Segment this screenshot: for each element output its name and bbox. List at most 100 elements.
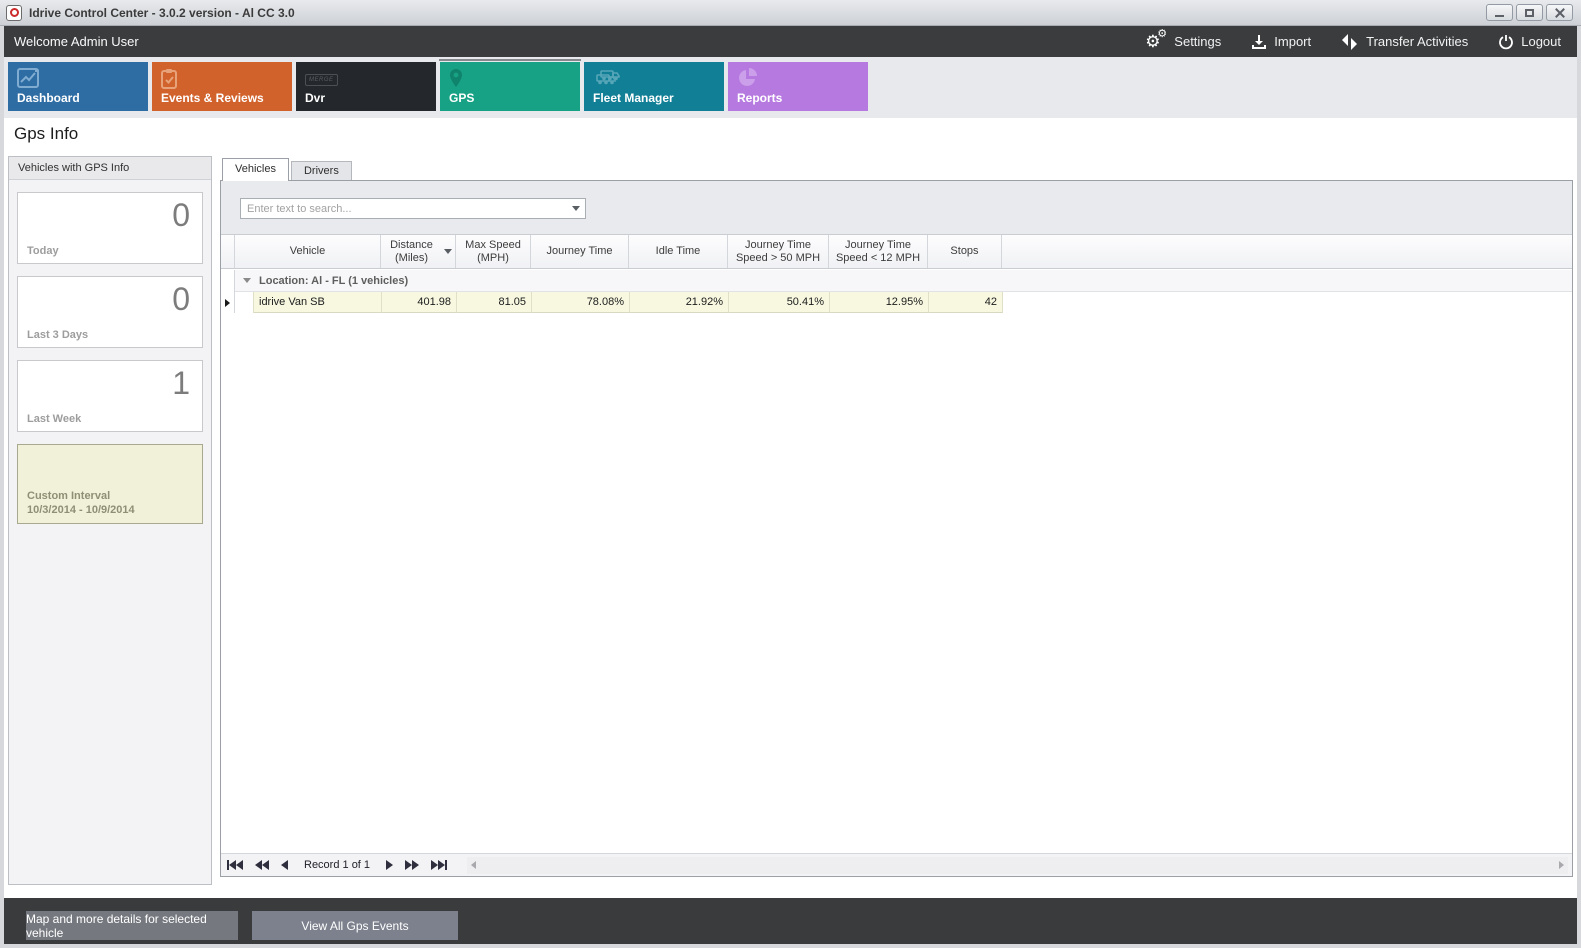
card-last-3-days[interactable]: 0 Last 3 Days [17, 276, 203, 348]
sort-desc-icon [444, 249, 452, 254]
card-value: 0 [172, 197, 190, 234]
grid-container: Vehicle Distance (Miles) Max Speed (MPH)… [220, 180, 1573, 877]
search-combo [240, 198, 586, 219]
focused-row-icon [225, 299, 230, 307]
trucks-icon [593, 68, 617, 88]
view-all-gps-events-button[interactable]: View All Gps Events [252, 911, 458, 940]
prev-record-button[interactable] [281, 860, 288, 870]
group-indent-cell [235, 292, 254, 313]
footer-bar: Map and more details for selected vehicl… [4, 898, 1577, 944]
main-panel: Vehicles Drivers Vehicle Distance (Miles… [220, 157, 1573, 885]
tile-dashboard[interactable]: Dashboard [8, 62, 148, 111]
last-record-button[interactable] [431, 860, 447, 870]
column-header-vehicle[interactable]: Vehicle [235, 235, 381, 268]
window-frame-left [0, 26, 4, 944]
page-title: Gps Info [14, 124, 78, 144]
card-value: 0 [172, 281, 190, 318]
import-icon [1251, 34, 1267, 50]
column-header-max-speed[interactable]: Max Speed (MPH) [456, 235, 531, 268]
column-header-journey-time[interactable]: Journey Time [531, 235, 629, 268]
tile-gps[interactable]: GPS [440, 62, 580, 111]
pie-chart-icon [737, 68, 761, 88]
search-input[interactable] [241, 203, 567, 215]
horizontal-scrollbar[interactable] [467, 857, 1568, 874]
collapse-icon[interactable] [243, 278, 251, 283]
tile-events-reviews[interactable]: Events & Reviews [152, 62, 292, 111]
card-value: 1 [172, 365, 190, 402]
row-filler [1003, 292, 1572, 313]
welcome-text: Welcome Admin User [14, 34, 139, 49]
search-band [221, 181, 1572, 234]
title-bar: Idrive Control Center - 3.0.2 version - … [0, 0, 1581, 26]
cell-journey-lt12: 12.95% [830, 292, 929, 313]
row-indicator-cell [221, 270, 235, 292]
header-filler [1002, 235, 1572, 268]
maximize-button[interactable] [1516, 4, 1543, 21]
row-indicator-cell [221, 292, 235, 313]
column-header-stops[interactable]: Stops [928, 235, 1002, 268]
transfer-activities-button[interactable]: Transfer Activities [1341, 33, 1468, 51]
gears-icon: ⚙⚙ [1145, 32, 1167, 52]
scroll-left-icon[interactable] [471, 861, 476, 869]
tile-label: Fleet Manager [593, 91, 674, 105]
cell-journey-time: 78.08% [532, 292, 630, 313]
next-record-button[interactable] [386, 860, 393, 870]
cell-journey-gt50: 50.41% [729, 292, 830, 313]
app-logo-icon [6, 5, 22, 21]
column-header-distance[interactable]: Distance (Miles) [381, 235, 456, 268]
tile-label: Dvr [305, 91, 325, 105]
window-title: Idrive Control Center - 3.0.2 version - … [29, 6, 295, 20]
prev-page-button[interactable] [255, 860, 269, 870]
card-label: Last Week [27, 413, 81, 425]
tab-drivers[interactable]: Drivers [291, 161, 352, 181]
cell-vehicle: idrive Van SB [254, 292, 382, 313]
app-window: Idrive Control Center - 3.0.2 version - … [0, 0, 1581, 948]
logout-button[interactable]: Logout [1498, 34, 1561, 50]
card-custom-interval[interactable]: Custom Interval 10/3/2014 - 10/9/2014 [17, 444, 203, 524]
dvr-icon: MERGE [305, 68, 329, 88]
scroll-right-icon[interactable] [1559, 861, 1564, 869]
gps-summary-panel: Vehicles with GPS Info 0 Today 0 Last 3 … [8, 156, 212, 885]
map-details-button[interactable]: Map and more details for selected vehicl… [26, 911, 238, 940]
first-record-button[interactable] [227, 860, 243, 870]
transfer-icon [1341, 33, 1359, 51]
minimize-icon [1495, 15, 1504, 17]
card-label: Last 3 Days [27, 329, 88, 341]
table-row[interactable]: idrive Van SB 401.98 81.05 78.08% 21.92%… [221, 292, 1572, 313]
grid-header-row: Vehicle Distance (Miles) Max Speed (MPH)… [221, 234, 1572, 269]
tile-label: Events & Reviews [161, 91, 264, 105]
cell-idle-time: 21.92% [630, 292, 729, 313]
next-page-button[interactable] [405, 860, 419, 870]
card-last-week[interactable]: 1 Last Week [17, 360, 203, 432]
module-nav: Dashboard Events & Reviews MERGE Dvr GPS [4, 57, 1577, 118]
panel-header: Vehicles with GPS Info [9, 157, 211, 180]
tab-vehicles[interactable]: Vehicles [222, 158, 289, 181]
import-button[interactable]: Import [1251, 34, 1311, 50]
card-label: Today [27, 245, 59, 257]
search-dropdown-button[interactable] [567, 206, 585, 211]
minimize-button[interactable] [1486, 4, 1513, 21]
line-chart-icon [17, 68, 41, 88]
card-today[interactable]: 0 Today [17, 192, 203, 264]
cell-stops: 42 [929, 292, 1003, 313]
chevron-down-icon [572, 206, 580, 211]
clipboard-check-icon [161, 68, 185, 88]
pager-bar: Record 1 of 1 [221, 853, 1572, 876]
tile-reports[interactable]: Reports [728, 62, 868, 111]
column-header-idle-time[interactable]: Idle Time [629, 235, 728, 268]
cell-max-speed: 81.05 [457, 292, 532, 313]
tile-dvr[interactable]: MERGE Dvr [296, 62, 436, 111]
window-frame-bottom [0, 944, 1581, 948]
group-row-location[interactable]: Location: Al - FL (1 vehicles) [235, 270, 1572, 292]
top-bar: Welcome Admin User ⚙⚙ Settings Import Tr… [4, 26, 1577, 57]
close-button[interactable] [1546, 4, 1573, 21]
power-icon [1498, 34, 1514, 50]
maximize-icon [1525, 9, 1534, 17]
settings-button[interactable]: ⚙⚙ Settings [1145, 32, 1221, 52]
tile-fleet-manager[interactable]: Fleet Manager [584, 62, 724, 111]
column-header-journey-lt12[interactable]: Journey Time Speed < 12 MPH [829, 235, 928, 268]
tab-strip: Vehicles Drivers [222, 158, 352, 181]
card-label: Custom Interval 10/3/2014 - 10/9/2014 [27, 489, 135, 517]
column-header-journey-gt50[interactable]: Journey Time Speed > 50 MPH [728, 235, 829, 268]
group-row: Location: Al - FL (1 vehicles) [221, 270, 1572, 292]
